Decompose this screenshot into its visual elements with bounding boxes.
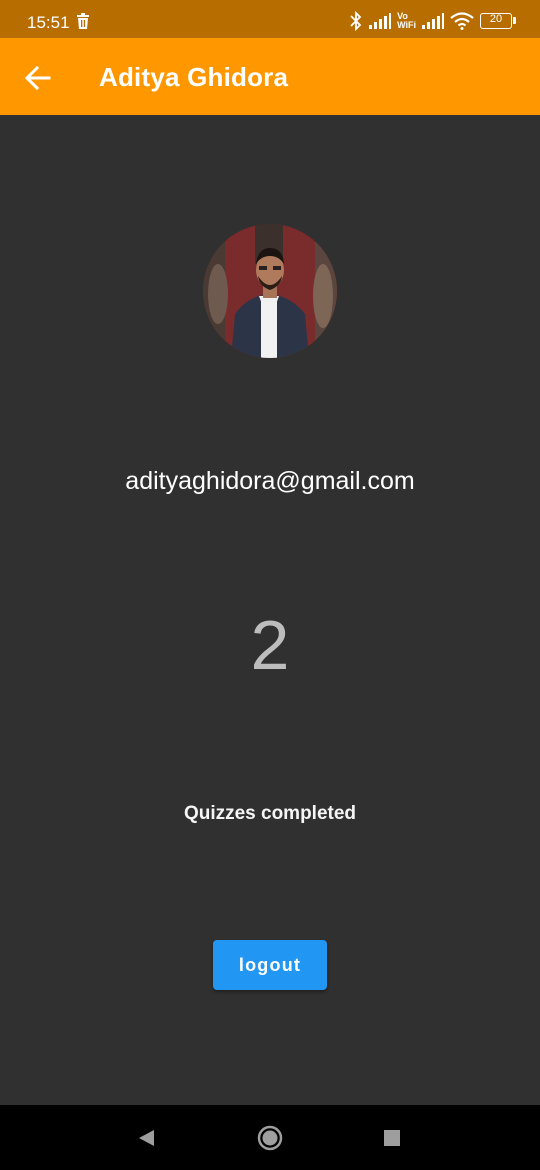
battery-icon: 20: [480, 13, 516, 29]
page-title: Aditya Ghidora: [99, 62, 289, 92]
circle-home-icon: [257, 1125, 283, 1151]
network-type-bottom: WiFi: [397, 20, 416, 30]
user-email: adityaghidora@gmail.com: [125, 467, 415, 495]
battery-cap: [513, 17, 516, 24]
network-type-label: Vo WiFi: [397, 12, 416, 30]
signal-icon: [422, 13, 444, 29]
profile-photo: [203, 224, 337, 358]
wifi-icon: [450, 12, 474, 30]
profile-content: adityaghidora@gmail.com 2 Quizzes comple…: [0, 115, 540, 1105]
logout-button[interactable]: logout: [213, 940, 327, 990]
system-nav-bar: [0, 1105, 540, 1170]
signal-icon: [369, 13, 392, 29]
nav-back-button[interactable]: [132, 1123, 162, 1153]
app-bar: Aditya Ghidora: [0, 38, 540, 115]
nav-recents-button[interactable]: [377, 1123, 407, 1153]
bluetooth-icon: [350, 11, 362, 31]
battery-level: 20: [489, 13, 503, 25]
arrow-left-icon: [25, 66, 51, 90]
trash-icon: [77, 13, 89, 29]
square-recents-icon: [384, 1130, 400, 1146]
status-time: 15:51: [27, 13, 70, 32]
avatar: [203, 224, 337, 358]
back-button[interactable]: [20, 60, 56, 96]
quizzes-label: Quizzes completed: [183, 803, 357, 824]
nav-home-button[interactable]: [255, 1123, 285, 1153]
status-icons: Vo WiFi 20: [349, 10, 516, 32]
triangle-back-icon: [139, 1130, 154, 1146]
status-bar: 15:51 Vo WiFi 20: [0, 0, 540, 38]
quizzes-count: 2: [250, 606, 290, 684]
